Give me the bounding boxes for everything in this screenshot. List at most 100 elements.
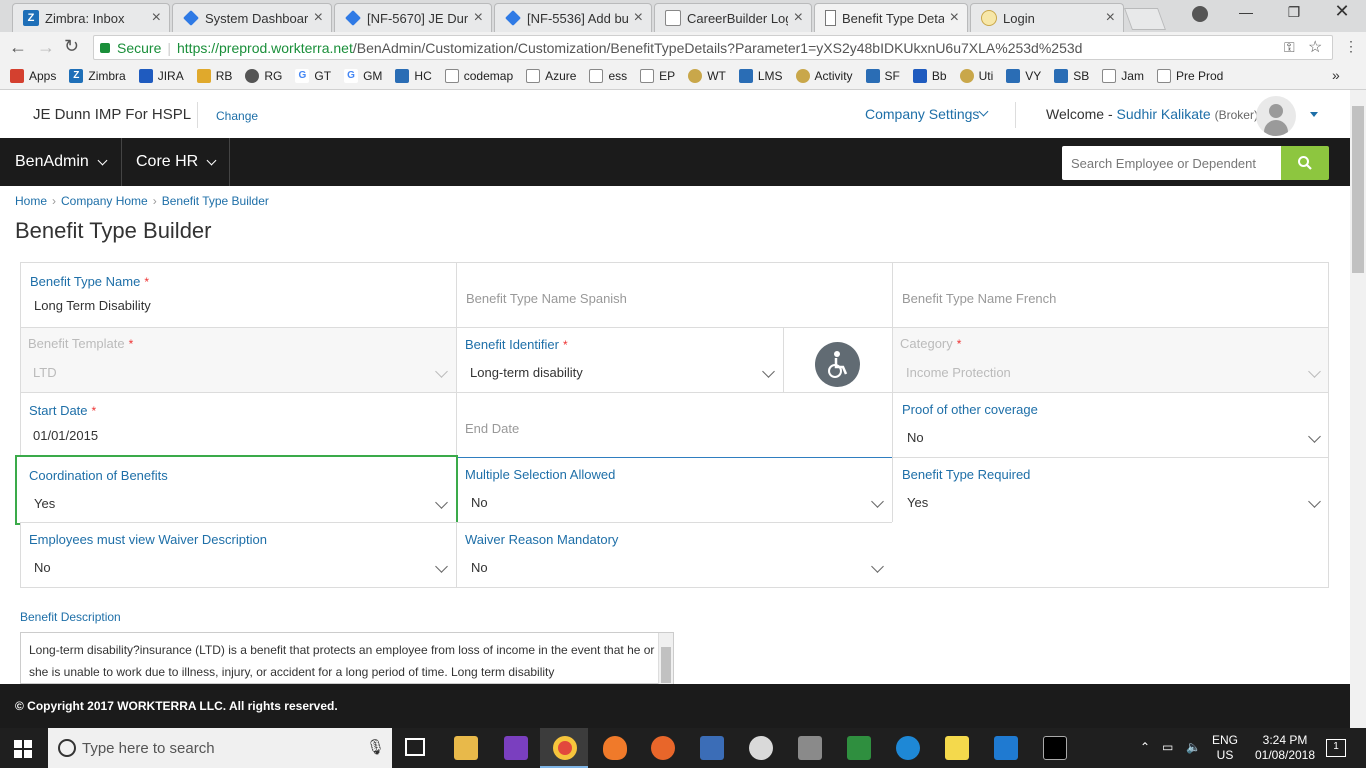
internet-explorer-icon[interactable] <box>896 736 920 760</box>
bookmark-wt[interactable]: WT <box>688 68 726 83</box>
file-explorer-icon[interactable] <box>454 736 478 760</box>
bookmarks-overflow-button[interactable]: » <box>1332 67 1340 83</box>
bookmark-vy[interactable]: VY <box>1006 68 1041 83</box>
nav-benadmin[interactable]: BenAdmin <box>15 138 108 186</box>
bookmark-gm[interactable]: G GM <box>344 68 382 83</box>
close-icon[interactable]: × <box>152 9 161 27</box>
clock[interactable]: 3:24 PM 01/08/2018 <box>1248 733 1322 763</box>
browser-tab-careerbuilder[interactable]: CareerBuilder Logi × <box>654 3 812 32</box>
search-employee-input[interactable] <box>1062 146 1281 180</box>
benefit-type-name-spanish-field[interactable]: Benefit Type Name Spanish <box>456 262 893 328</box>
benefit-type-required-select[interactable]: Benefit Type Required Yes <box>892 457 1329 523</box>
profile-icon[interactable] <box>1192 6 1208 22</box>
star-icon[interactable]: ☆ <box>1308 37 1322 57</box>
windows-start-icon[interactable] <box>14 740 32 758</box>
menu-icon[interactable]: ⋮ <box>1344 38 1358 55</box>
page-scrollbar-thumb[interactable] <box>1352 106 1364 273</box>
close-icon[interactable]: × <box>950 9 959 27</box>
avatar[interactable] <box>1256 96 1296 136</box>
forward-arrow-icon[interactable]: → <box>37 37 55 58</box>
language-indicator[interactable]: ENG US <box>1212 733 1238 763</box>
bookmark-codemap[interactable]: codemap <box>444 68 513 83</box>
nav-core-hr[interactable]: Core HR <box>136 138 217 186</box>
bookmark-sb[interactable]: SB <box>1054 68 1089 83</box>
reload-icon[interactable]: ↻ <box>64 36 79 57</box>
end-date-field[interactable]: End Date <box>456 392 893 458</box>
caret-down-icon[interactable] <box>1310 112 1318 117</box>
close-icon[interactable]: × <box>634 9 643 27</box>
url-field[interactable]: Secure | https://preprod.workterra.net/B… <box>93 35 1333 60</box>
change-company-link[interactable]: Change <box>216 109 258 123</box>
benefit-icon-box[interactable] <box>783 327 893 393</box>
bookmark-jam[interactable]: Jam <box>1102 68 1144 83</box>
chrome-icon[interactable] <box>553 736 577 760</box>
microphone-icon[interactable]: 🎙 <box>366 738 385 756</box>
excel-like-icon[interactable] <box>847 736 871 760</box>
notification-icon[interactable]: 1 <box>1326 739 1346 757</box>
close-icon[interactable]: × <box>474 9 483 27</box>
bookmark-sf[interactable]: SF <box>865 68 900 83</box>
bookmark-uti[interactable]: Uti <box>959 68 993 83</box>
new-tab-button[interactable] <box>1123 8 1167 30</box>
coordination-of-benefits-select[interactable]: Coordination of Benefits Yes <box>15 455 458 525</box>
taskbar-search-input[interactable]: Type here to search 🎙 <box>48 728 392 768</box>
description-scrollbar[interactable] <box>658 633 673 684</box>
bookmark-ess[interactable]: ess <box>589 68 627 83</box>
maximize-button[interactable]: ❐ <box>1274 4 1314 24</box>
close-icon[interactable]: × <box>1106 9 1115 27</box>
tools-icon[interactable] <box>798 736 822 760</box>
bookmark-rb[interactable]: RB <box>196 68 232 83</box>
multiple-selection-select[interactable]: Multiple Selection Allowed No <box>456 457 893 523</box>
app-icon[interactable] <box>749 736 773 760</box>
bookmark-azure[interactable]: Azure <box>526 68 576 83</box>
breadcrumb-home[interactable]: Home <box>15 194 47 208</box>
bookmark-hc[interactable]: HC <box>395 68 432 83</box>
breadcrumb-company-home[interactable]: Company Home <box>61 194 148 208</box>
benefit-type-name-field[interactable]: Benefit Type Name * Long Term Disability <box>20 262 457 328</box>
start-date-field[interactable]: Start Date * 01/01/2015 <box>20 392 457 458</box>
bookmark-zimbra[interactable]: Z Zimbra <box>69 68 126 83</box>
view-waiver-description-select[interactable]: Employees must view Waiver Description N… <box>20 522 457 588</box>
bookmark-apps[interactable]: Apps <box>10 68 56 83</box>
visual-studio-icon[interactable] <box>504 736 528 760</box>
firefox-icon[interactable] <box>651 736 675 760</box>
bookmark-rg[interactable]: RG <box>245 68 282 83</box>
proof-of-coverage-select[interactable]: Proof of other coverage No <box>892 392 1329 458</box>
close-icon[interactable]: × <box>314 9 323 27</box>
browser-tab-system-dashboard[interactable]: System Dashboard × <box>172 3 332 32</box>
vscode-icon[interactable] <box>994 736 1018 760</box>
close-icon[interactable]: × <box>794 9 803 27</box>
browser-tab-zimbra[interactable]: Z Zimbra: Inbox × <box>12 3 170 32</box>
browser-tab-nf-5536[interactable]: [NF-5536] Add but × <box>494 3 652 32</box>
benefit-identifier-select[interactable]: Benefit Identifier * Long-term disability <box>456 327 784 393</box>
bookmark-lms[interactable]: LMS <box>738 68 783 83</box>
flame-app-icon[interactable] <box>603 736 627 760</box>
search-button[interactable] <box>1281 146 1329 180</box>
back-arrow-icon[interactable]: ← <box>9 37 27 58</box>
bookmark-gt[interactable]: G GT <box>295 68 331 83</box>
browser-tab-nf-5670[interactable]: [NF-5670] JE Dunn × <box>334 3 492 32</box>
benefit-type-name-french-field[interactable]: Benefit Type Name French <box>892 262 1329 328</box>
bookmark-bb[interactable]: Bb <box>912 68 947 83</box>
chevron-up-icon[interactable]: ⌃ <box>1140 740 1150 754</box>
bookmark-activity[interactable]: Activity <box>795 68 853 83</box>
volume-icon[interactable]: 🔈 <box>1186 740 1201 754</box>
bookmark-ep[interactable]: EP <box>640 68 675 83</box>
bookmark-jira[interactable]: JIRA <box>138 68 184 83</box>
user-name[interactable]: Sudhir Kalikate <box>1117 106 1211 122</box>
browser-tab-login[interactable]: Login × <box>970 3 1124 32</box>
key-icon[interactable]: ⚿ <box>1284 39 1295 56</box>
browser-tab-benefit-type-details[interactable]: Benefit Type Detai × <box>814 3 968 32</box>
minimize-button[interactable]: — <box>1226 4 1266 24</box>
bookmark-pre-prod[interactable]: Pre Prod <box>1156 68 1223 83</box>
company-settings-menu[interactable]: Company Settings <box>865 106 989 122</box>
terminal-icon[interactable] <box>1043 736 1067 760</box>
benefit-description-textarea[interactable]: Long-term disability?insurance (LTD) is … <box>20 632 674 684</box>
sticky-notes-icon[interactable] <box>945 736 969 760</box>
task-view-icon[interactable] <box>405 738 425 756</box>
close-window-button[interactable]: ✕ <box>1322 1 1362 21</box>
network-icon[interactable]: ▭ <box>1162 740 1173 754</box>
app-icon[interactable] <box>700 736 724 760</box>
waiver-reason-mandatory-select[interactable]: Waiver Reason Mandatory No <box>456 522 893 588</box>
breadcrumb-benefit-type-builder[interactable]: Benefit Type Builder <box>162 194 269 208</box>
